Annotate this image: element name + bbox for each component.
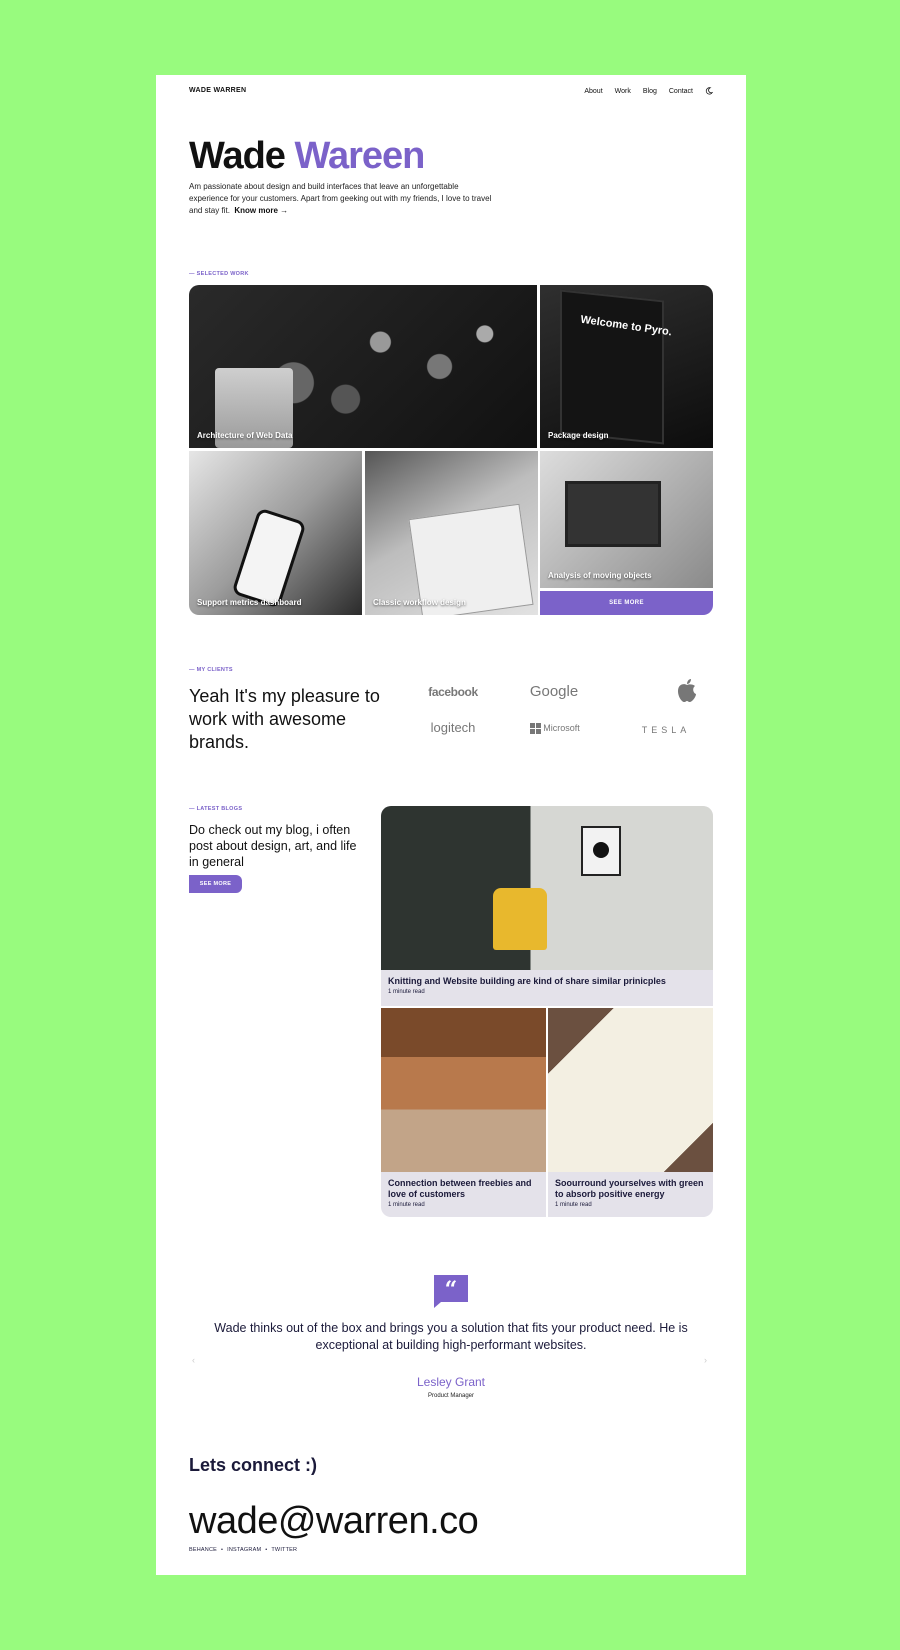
twitter-link[interactable]: TWITTER [271,1547,297,1553]
hero-last-name: Wareen [294,135,426,177]
blog-meta: Knitting and Website building are kind o… [388,976,666,995]
work-tile-classic-workflow[interactable]: Classic workflow design [365,451,538,615]
social-separator: • [265,1547,268,1553]
laptop-image [565,481,661,547]
hero-bio: Am passionate about design and build int… [189,181,499,217]
blog-meta: Connection between freebies and love of … [388,1178,538,1208]
work-see-more-button[interactable]: SEE MORE [540,591,713,615]
clients-heading: Yeah It's my pleasure to work with aweso… [189,686,380,752]
selected-work-label: — SELECTED WORK [189,271,249,277]
blog-read-time: 1 minute read [555,1202,592,1208]
tesla-logo: TESLA [641,725,691,735]
blog-card[interactable]: Knitting and Website building are kind o… [381,806,713,1006]
testimonial-prev-arrow[interactable]: ‹ [192,1355,195,1365]
instagram-link[interactable]: INSTAGRAM [227,1547,261,1553]
moon-icon[interactable] [705,87,713,95]
microsoft-grid-icon [530,723,542,735]
monitor-image [560,289,664,445]
my-clients-label: — MY CLIENTS [189,667,233,673]
phone-image [231,507,307,609]
work-caption: Package design [548,431,609,440]
blog-title: Knitting and Website building are kind o… [388,976,666,986]
blog-card[interactable]: Connection between freebies and love of … [381,1008,546,1217]
apple-logo-icon [678,679,696,702]
blog-heading: Do check out my blog, i often post about… [189,823,357,869]
work-grid: Architecture of Web Data Welcome to Pyro… [189,285,713,615]
know-more-link[interactable]: Know more → [234,206,288,215]
testimonial-text: Wade thinks out of the box and brings yo… [214,1321,688,1352]
work-caption: Analysis of moving objects [548,571,652,580]
nav-work[interactable]: Work [615,88,631,95]
chair-image [493,888,547,950]
hero-title: Wade Wareen [189,135,426,177]
blog-title: Soourround yourselves with green to abso… [555,1178,704,1199]
blog-meta: Soourround yourselves with green to abso… [555,1178,705,1208]
page-container: WADE WARREN About Work Blog Contact Wade… [156,75,746,1575]
nav-about[interactable]: About [584,88,602,95]
email-link[interactable]: wade@warren.co [189,1500,479,1543]
google-logo: Google [529,683,579,700]
blog-read-time: 1 minute read [388,989,425,995]
nav-blog[interactable]: Blog [643,88,657,95]
blog-see-more-button[interactable]: SEE MORE [189,875,242,893]
quote-icon: “ [434,1275,468,1308]
work-tile-moving-objects[interactable]: Analysis of moving objects [540,451,713,588]
testimonial-author: Lesley Grant [416,1375,486,1389]
facebook-logo: facebook [428,685,478,699]
work-caption: Architecture of Web Data [197,431,293,440]
latest-blogs-label: — LATEST BLOGS [189,806,243,812]
blog-image-chair [381,806,713,970]
microsoft-logo-text: Microsoft [543,723,580,733]
social-separator: • [221,1547,224,1553]
blog-card[interactable]: Soourround yourselves with green to abso… [548,1008,713,1217]
hero-first-name: Wade [189,135,286,177]
wall-art-image [581,826,621,876]
brand-logo[interactable]: WADE WARREN [189,87,246,94]
work-caption: Classic workflow design [373,598,466,607]
microsoft-logo: Microsoft [524,723,586,735]
testimonial-next-arrow[interactable]: › [704,1355,707,1365]
blog-read-time: 1 minute read [388,1202,425,1208]
main-nav: About Work Blog Contact [584,87,713,95]
testimonial-role: Product Manager [427,1393,475,1399]
work-caption: Support metrics dashboard [197,598,302,607]
blog-image-gallery [381,1008,546,1172]
work-tile-support-metrics[interactable]: Support metrics dashboard [189,451,362,615]
work-tile-architecture[interactable]: Architecture of Web Data [189,285,537,448]
connect-heading: Lets connect :) [189,1455,318,1475]
logitech-logo: logitech [430,720,476,735]
blog-image-notes [548,1008,713,1172]
behance-link[interactable]: BEHANCE [189,1547,217,1553]
work-tile-package[interactable]: Welcome to Pyro. Package design [540,285,713,448]
blog-title: Connection between freebies and love of … [388,1178,532,1199]
nav-contact[interactable]: Contact [669,88,693,95]
blog-grid: Knitting and Website building are kind o… [381,806,713,1217]
social-links: BEHANCE • INSTAGRAM • TWITTER [189,1547,297,1553]
